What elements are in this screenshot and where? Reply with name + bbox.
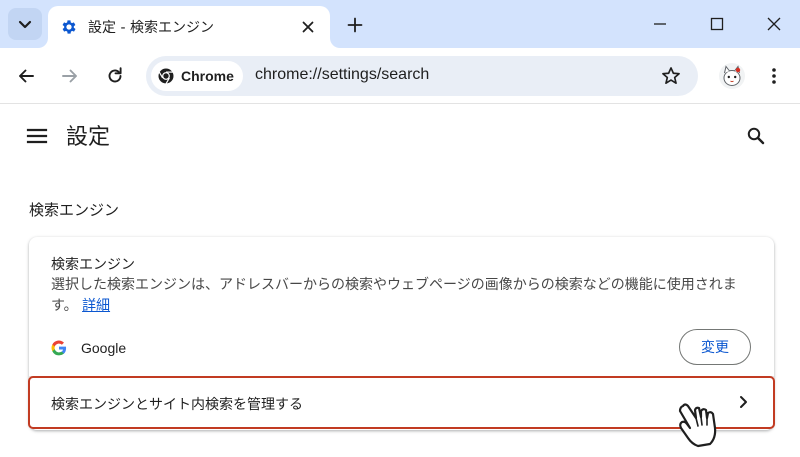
default-engine-row: Google (51, 336, 126, 360)
forward-arrow-icon (62, 69, 77, 83)
profile-avatar-button[interactable] (718, 62, 746, 90)
change-engine-button[interactable]: 変更 (679, 329, 751, 365)
browser-menu-button[interactable] (762, 62, 786, 90)
more-vert-icon (772, 68, 776, 84)
search-engine-card: 検索エンジン 選択した検索エンジンは、アドレスバーからの検索やウェブページの画像… (29, 237, 774, 430)
tab-strip: 設定 - 検索エンジン (0, 0, 800, 48)
gear-icon (62, 20, 76, 34)
close-window-button[interactable] (760, 10, 788, 38)
reload-button[interactable] (101, 62, 129, 90)
tab-close-button[interactable] (298, 17, 318, 37)
active-tab[interactable]: 設定 - 検索エンジン (48, 6, 330, 48)
section-heading: 検索エンジン (29, 201, 120, 219)
card-description: 選択した検索エンジンは、アドレスバーからの検索やウェブページの画像からの検索など… (51, 275, 756, 317)
chevron-right-icon (740, 396, 747, 408)
tab-search-button[interactable] (8, 8, 42, 40)
minimize-icon (654, 23, 666, 25)
manage-search-engines-label: 検索エンジンとサイト内検索を管理する (51, 397, 303, 413)
bookmark-star-icon[interactable] (660, 65, 682, 87)
card-title: 検索エンジン (51, 257, 135, 273)
maximize-button[interactable] (703, 10, 731, 38)
url-text[interactable]: chrome://settings/search (255, 66, 429, 84)
google-logo-icon (51, 340, 67, 356)
tab-title: 設定 - 検索エンジン (88, 20, 214, 36)
close-window-icon (767, 17, 781, 31)
hamburger-menu-icon[interactable] (26, 126, 48, 146)
avatar-icon (719, 63, 745, 89)
chrome-logo-icon (158, 68, 174, 85)
maximize-icon (710, 17, 724, 31)
engine-name: Google (81, 340, 127, 356)
learn-more-link[interactable]: 詳細 (82, 298, 110, 314)
page-title: 設定 (66, 125, 111, 150)
new-tab-button[interactable] (342, 12, 368, 38)
forward-button[interactable] (56, 62, 84, 90)
chevron-down-icon (18, 20, 32, 29)
browser-toolbar: Chrome chrome://settings/search (0, 48, 800, 104)
address-bar[interactable]: Chrome chrome://settings/search (146, 56, 698, 96)
manage-search-engines-row[interactable]: 検索エンジンとサイト内検索を管理する (29, 377, 774, 430)
site-info-chip[interactable]: Chrome (151, 61, 243, 91)
close-icon (302, 21, 314, 33)
reload-icon (108, 67, 122, 83)
hand-pointer-cursor-icon (678, 403, 717, 448)
plus-icon (347, 17, 363, 33)
minimize-button[interactable] (646, 10, 674, 38)
search-icon[interactable] (744, 124, 768, 148)
description-text: 選択した検索エンジンは、アドレスバーからの検索やウェブページの画像からの検索など… (51, 277, 737, 314)
back-arrow-icon (19, 69, 34, 83)
back-button[interactable] (12, 62, 40, 90)
chip-label: Chrome (181, 68, 234, 84)
